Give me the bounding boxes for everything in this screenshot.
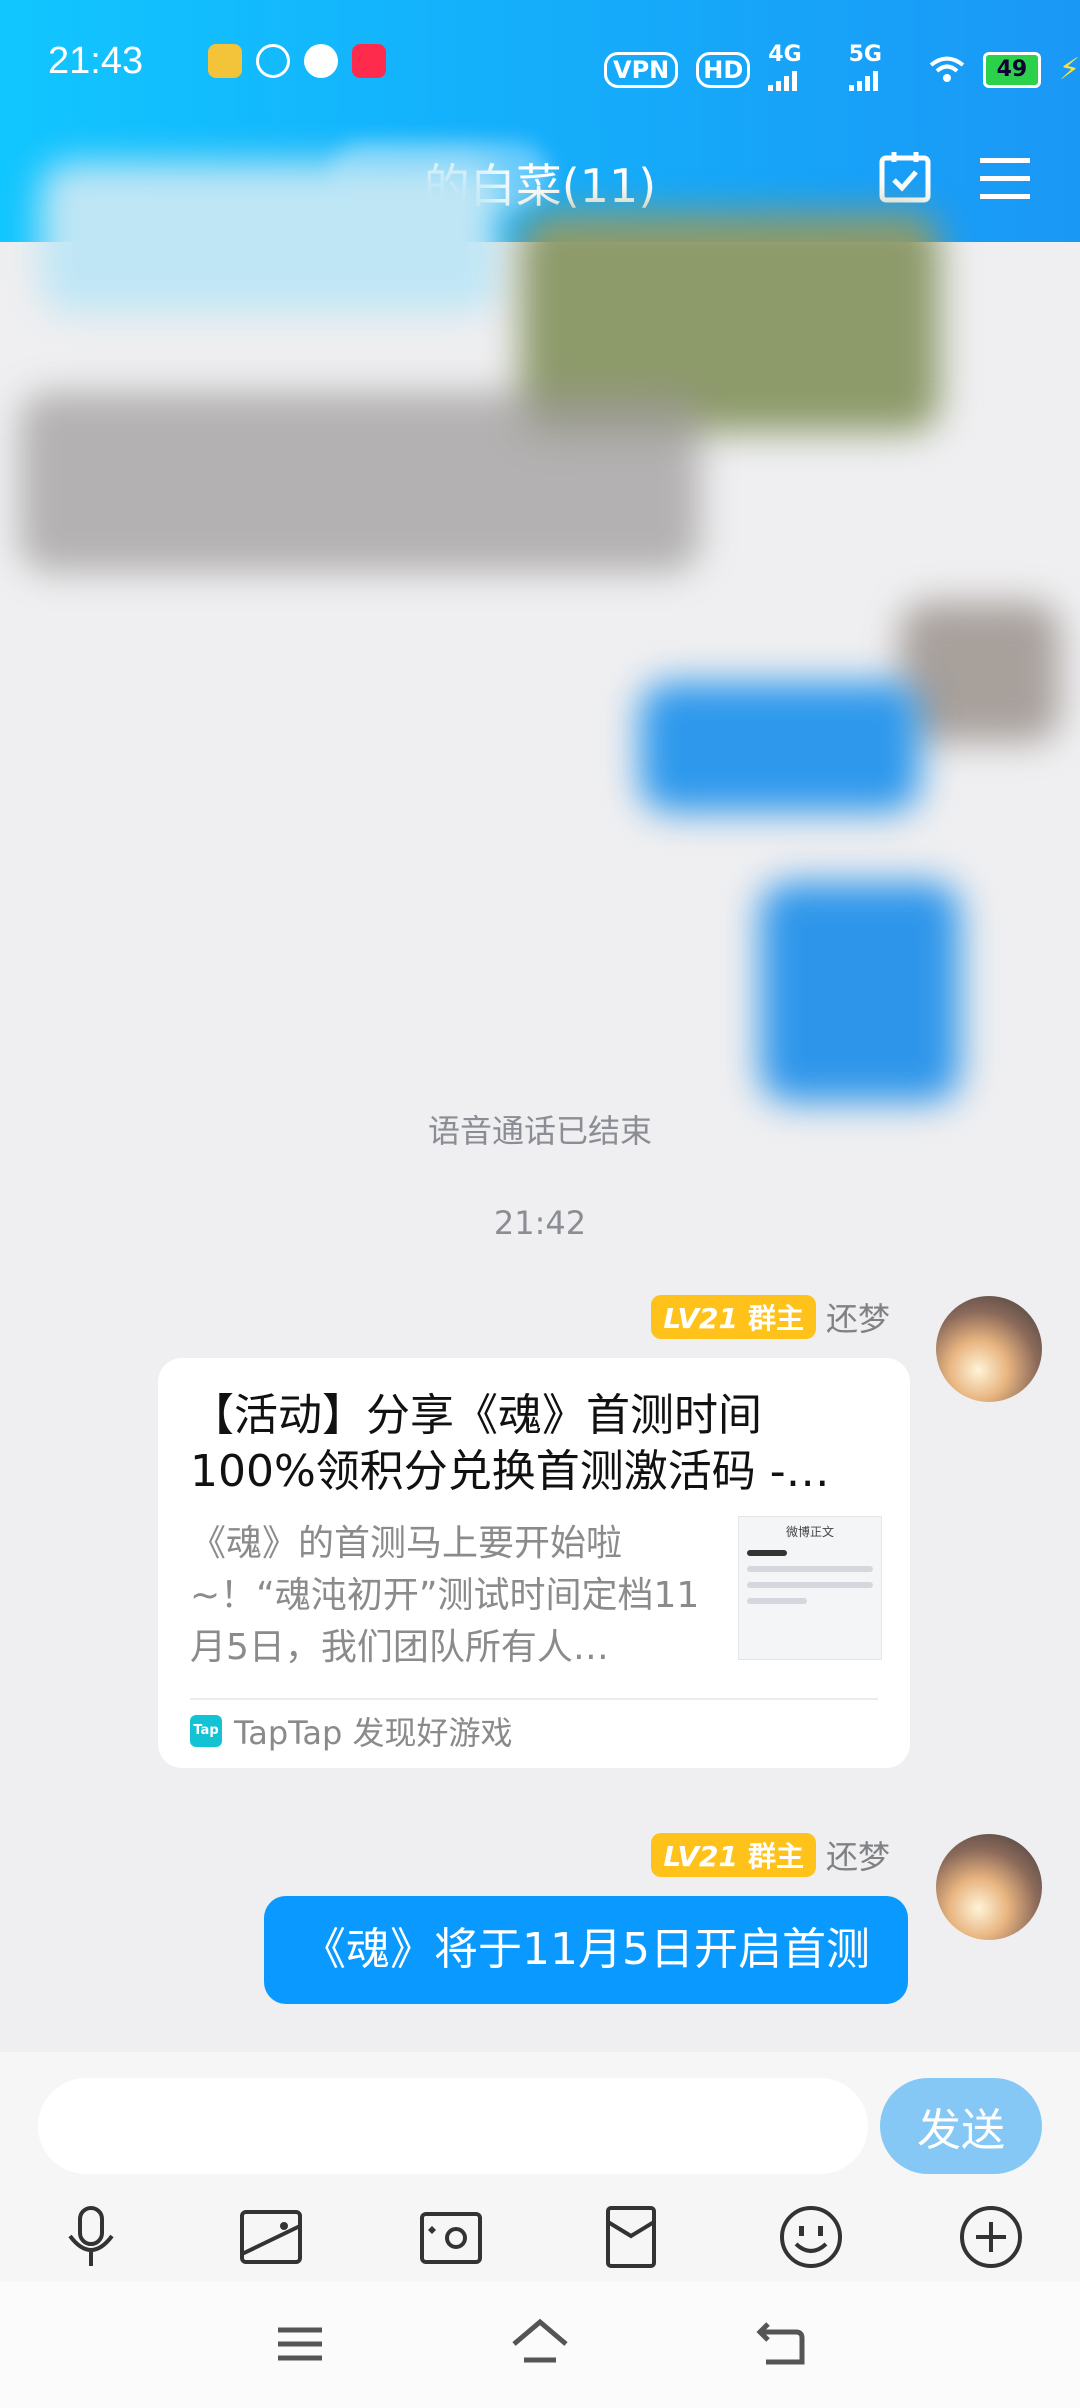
message-sender-row: LV21 群主 还梦 [651,1832,890,1878]
network-5g-label: 5G [848,42,882,67]
charging-icon: ⚡ [1058,52,1080,87]
taptap-icon: Tap [190,1715,222,1747]
message-sender-row: LV21 群主 还梦 [651,1294,890,1340]
redacted-message [20,392,700,572]
card-divider [190,1698,878,1700]
message-input[interactable] [38,2078,868,2174]
thumbnail-title: 微博正文 [785,1525,834,1539]
menu-icon[interactable] [978,154,1032,202]
card-source-label: TapTap 发现好游戏 [234,1714,513,1752]
vpn-badge: VPN [604,51,679,88]
redacted-message [40,162,500,312]
role-label: 群主 [747,1302,804,1335]
sender-name[interactable]: 还梦 [826,1294,890,1340]
status-right: VPN HD 4G 5G 49 ⚡ [604,42,1080,97]
member-badge: LV21 群主 [651,1295,816,1339]
microphone-icon[interactable] [56,2202,126,2272]
card-description: 《魂》的首测马上要开始啦~！“魂沌初开”测试时间定档11月5日，我们团队所有人… [190,1523,700,1668]
level-label: LV21 [663,1302,738,1335]
level-label: LV21 [663,1840,738,1873]
app-notification-icon [208,44,242,78]
red-packet-icon[interactable] [596,2202,666,2272]
battery-indicator: 49 [982,51,1041,88]
check-circle-icon [304,44,338,78]
sender-name[interactable]: 还梦 [826,1832,890,1878]
home-icon[interactable] [510,2314,570,2374]
avatar[interactable] [936,1296,1042,1402]
xiaohongshu-icon [352,44,386,78]
status-time: 21:43 [48,40,144,82]
input-toolbar [0,2202,1080,2282]
signal-5g: 5G [848,42,911,97]
redacted-message [640,682,920,812]
image-icon[interactable] [236,2202,306,2272]
signal-bars-icon [768,67,798,91]
recent-apps-icon[interactable] [270,2314,330,2374]
member-badge: LV21 群主 [651,1833,816,1877]
plus-icon[interactable] [956,2202,1026,2272]
role-label: 群主 [747,1840,804,1873]
message-bubble[interactable]: 《魂》将于11月5日开启首测 [264,1896,908,2004]
signal-bars-icon [848,67,878,91]
hd-badge: HD [696,51,751,88]
card-title: 【活动】分享《魂》首测时间100%领积分兑换首测激活码 - TapTap [190,1390,786,1497]
call-ended-notice: 语音通话已结束 [427,1112,652,1150]
system-navigation-bar [0,2282,1080,2408]
network-4g-label: 4G [768,42,802,67]
message-list[interactable]: 语音通话已结束 21:42 LV21 群主 还梦 【活动】分享《魂》首测时间100… [0,162,1080,2052]
signal-4g: 4G [768,42,830,97]
card-source: Tap TapTap 发现好游戏 [190,1708,513,1754]
camera-icon[interactable] [416,2202,486,2272]
wifi-icon [929,56,965,82]
avatar[interactable] [936,1834,1042,1940]
card-thumbnail: 微博正文 [738,1516,882,1660]
wechat-icon [256,44,290,78]
back-icon[interactable] [752,2314,812,2374]
input-bar: 发送 [0,2052,1080,2282]
calendar-check-icon[interactable] [878,150,932,204]
share-card[interactable]: 【活动】分享《魂》首测时间100%领积分兑换首测激活码 - TapTap 《魂》… [158,1358,910,1768]
status-bar: 21:43 VPN HD 4G 5G 49 ⚡ [48,36,1080,92]
notification-icons [208,44,386,78]
send-button[interactable]: 发送 [880,2078,1042,2174]
emoji-icon[interactable] [776,2202,846,2272]
message-timestamp: 21:42 [493,1204,587,1242]
redacted-message [760,882,960,1102]
redacted-message [900,602,1060,742]
